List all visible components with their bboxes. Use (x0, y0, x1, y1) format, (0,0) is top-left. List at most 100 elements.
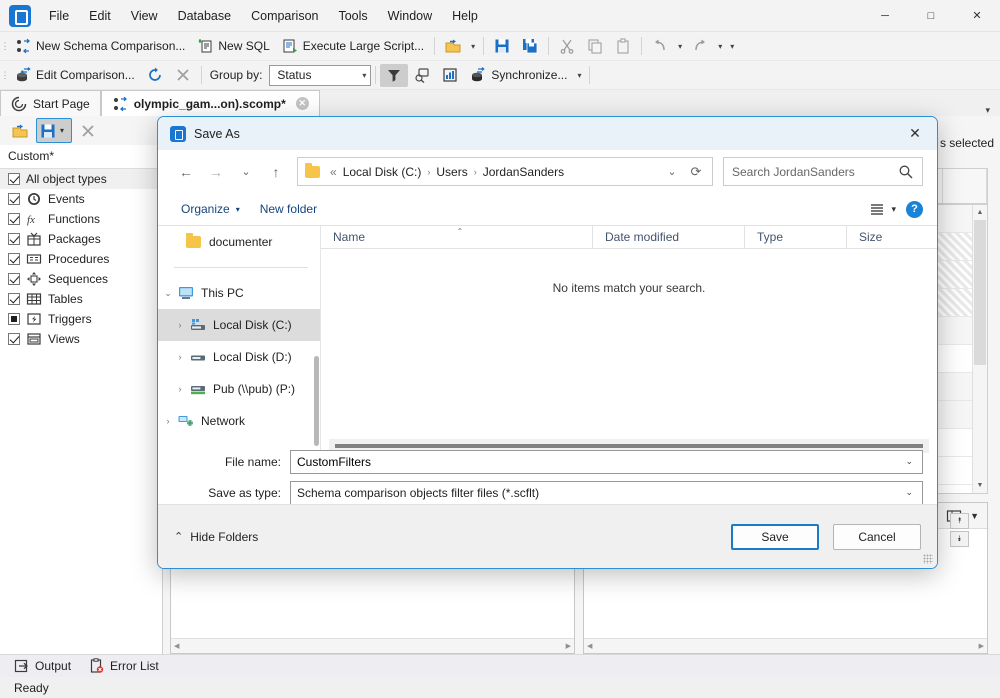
tree-item-this-pc[interactable]: ⌄ This PC (158, 277, 320, 309)
scrollbar-thumb[interactable] (974, 220, 986, 365)
breadcrumb-item-local-disk-c[interactable]: Local Disk (C:) (341, 165, 424, 179)
chevron-right-icon[interactable]: › (170, 384, 190, 394)
filter-button[interactable] (380, 63, 409, 87)
menu-tools[interactable]: Tools (328, 0, 377, 31)
detail-left-hscroll[interactable]: ◀ ▶ (171, 638, 574, 653)
tree-item-pub-drive[interactable]: › Pub (\\pub) (P:) (158, 373, 320, 405)
breadcrumb-overflow[interactable]: « (326, 165, 341, 179)
next-difference-button[interactable]: ⯯ (950, 531, 969, 547)
checkbox-tables[interactable] (8, 293, 20, 305)
find-objects-button[interactable] (408, 64, 436, 87)
menu-file[interactable]: File (39, 0, 79, 31)
tab-start-page[interactable]: Start Page (0, 90, 101, 116)
chevron-right-icon[interactable]: › (170, 320, 190, 330)
chevron-down-icon[interactable]: ⌄ (900, 487, 918, 498)
dialog-close-button[interactable]: ✕ (893, 117, 937, 150)
tab-overflow-dropdown[interactable]: ▾ (975, 105, 1000, 116)
tree-item-local-disk-c[interactable]: › Local Disk (C:) (158, 309, 320, 341)
checkbox-triggers[interactable] (8, 313, 20, 325)
chevron-down-icon[interactable]: ⌄ (900, 456, 918, 467)
checkbox-functions[interactable] (8, 213, 20, 225)
save-button[interactable]: Save (731, 523, 819, 550)
file-name-combobox[interactable]: ⌄ (290, 449, 923, 474)
save-filter-button[interactable]: ▾ (36, 118, 73, 143)
tree-scrollbar-thumb[interactable] (314, 356, 319, 446)
stop-comparison-button[interactable] (169, 64, 197, 87)
object-type-all[interactable]: All object types (0, 169, 162, 189)
object-type-sequences[interactable]: Sequences (0, 269, 162, 289)
hide-folders-button[interactable]: ⌃ Hide Folders (174, 530, 258, 544)
breadcrumb-separator[interactable]: › (470, 167, 481, 177)
open-file-button[interactable] (439, 35, 467, 58)
checkbox-packages[interactable] (8, 233, 20, 245)
synchronize-button[interactable]: Synchronize... (464, 64, 573, 87)
checkbox-sequences[interactable] (8, 273, 20, 285)
save-as-type-combobox[interactable]: Schema comparison objects filter files (… (290, 480, 923, 505)
chevron-right-icon[interactable]: › (158, 416, 178, 426)
column-header-date-modified[interactable]: Date modified (593, 226, 745, 248)
redo-button[interactable] (686, 35, 714, 58)
menu-help[interactable]: Help (442, 0, 488, 31)
column-header-size[interactable]: Size (847, 226, 937, 248)
cut-button[interactable] (553, 35, 581, 58)
chevron-right-icon[interactable]: › (170, 352, 190, 362)
checkbox-procedures[interactable] (8, 253, 20, 265)
column-header-name[interactable]: ⌃ Name (321, 226, 593, 248)
tab-scomp-document[interactable]: olympic_gam...on).scomp* ✕ (100, 90, 320, 116)
scroll-right-icon[interactable]: ▶ (566, 642, 571, 650)
load-filter-button[interactable] (6, 119, 34, 142)
save-filter-dropdown[interactable]: ▾ (56, 126, 68, 135)
refresh-comparison-button[interactable] (141, 64, 169, 87)
detail-options-dropdown[interactable]: ▼ (970, 511, 979, 521)
edit-comparison-button[interactable]: Edit Comparison... (9, 64, 141, 87)
search-box[interactable] (723, 157, 923, 186)
menu-window[interactable]: Window (378, 0, 442, 31)
breadcrumb-history-dropdown[interactable]: ⌄ (660, 160, 684, 184)
nav-forward-button[interactable]: → (202, 158, 230, 186)
scroll-up-icon[interactable]: ▲ (973, 205, 987, 220)
scroll-down-icon[interactable]: ▼ (973, 478, 987, 493)
breadcrumb-item-users[interactable]: Users (434, 165, 469, 179)
column-header-type[interactable]: Type (745, 226, 847, 248)
file-list[interactable]: ⌃ Name Date modified Type Size No items … (321, 226, 937, 461)
new-schema-comparison-button[interactable]: New Schema Comparison... (9, 35, 191, 58)
breadcrumb-item-jordansanders[interactable]: JordanSanders (481, 165, 566, 179)
address-breadcrumb-bar[interactable]: « Local Disk (C:) › Users › JordanSander… (297, 157, 713, 186)
menu-comparison[interactable]: Comparison (241, 0, 328, 31)
breadcrumb-separator[interactable]: › (423, 167, 434, 177)
refresh-icon[interactable]: ⟳ (684, 160, 708, 184)
checkbox-all-object-types[interactable] (8, 173, 20, 185)
menu-database[interactable]: Database (168, 0, 242, 31)
help-button[interactable]: ? (906, 200, 923, 218)
object-type-tables[interactable]: Tables (0, 289, 162, 309)
maximize-button[interactable]: □ (908, 0, 954, 31)
redo-dropdown[interactable]: ▾ (714, 42, 726, 51)
nav-back-button[interactable]: ← (172, 158, 200, 186)
organize-button[interactable]: Organize ▾ (172, 197, 249, 222)
tab-output[interactable]: Output (14, 658, 71, 674)
object-type-functions[interactable]: fx Functions (0, 209, 162, 229)
tree-item-network[interactable]: › Network (158, 405, 320, 437)
tab-close-icon[interactable]: ✕ (295, 97, 309, 110)
checkbox-views[interactable] (8, 333, 20, 345)
nav-recent-locations-button[interactable]: ⌄ (232, 158, 260, 186)
new-sql-button[interactable]: New SQL (191, 35, 275, 58)
undo-button[interactable] (646, 35, 674, 58)
tree-item-local-disk-d[interactable]: › Local Disk (D:) (158, 341, 320, 373)
navigation-tree[interactable]: documenter ⌄ This PC › Local Disk (C:) ›… (158, 226, 321, 461)
synchronize-dropdown[interactable]: ▾ (573, 71, 585, 80)
nav-up-button[interactable]: ↑ (262, 158, 290, 186)
tree-item-documenter[interactable]: documenter (158, 226, 320, 258)
prev-difference-button[interactable]: ⯭ (950, 513, 969, 529)
tab-error-list[interactable]: Error List (89, 658, 159, 674)
dialog-resize-grip[interactable] (923, 554, 933, 564)
menu-edit[interactable]: Edit (79, 0, 121, 31)
toolbar-overflow-dropdown[interactable]: ▾ (726, 42, 738, 51)
execute-large-script-button[interactable]: Execute Large Script... (276, 35, 430, 58)
scroll-left-icon[interactable]: ◀ (174, 642, 179, 650)
copy-button[interactable] (581, 35, 609, 58)
cancel-button[interactable]: Cancel (833, 523, 921, 550)
checkbox-events[interactable] (8, 193, 20, 205)
group-by-select[interactable]: Status ▾ (269, 64, 372, 86)
save-button[interactable] (488, 35, 516, 58)
